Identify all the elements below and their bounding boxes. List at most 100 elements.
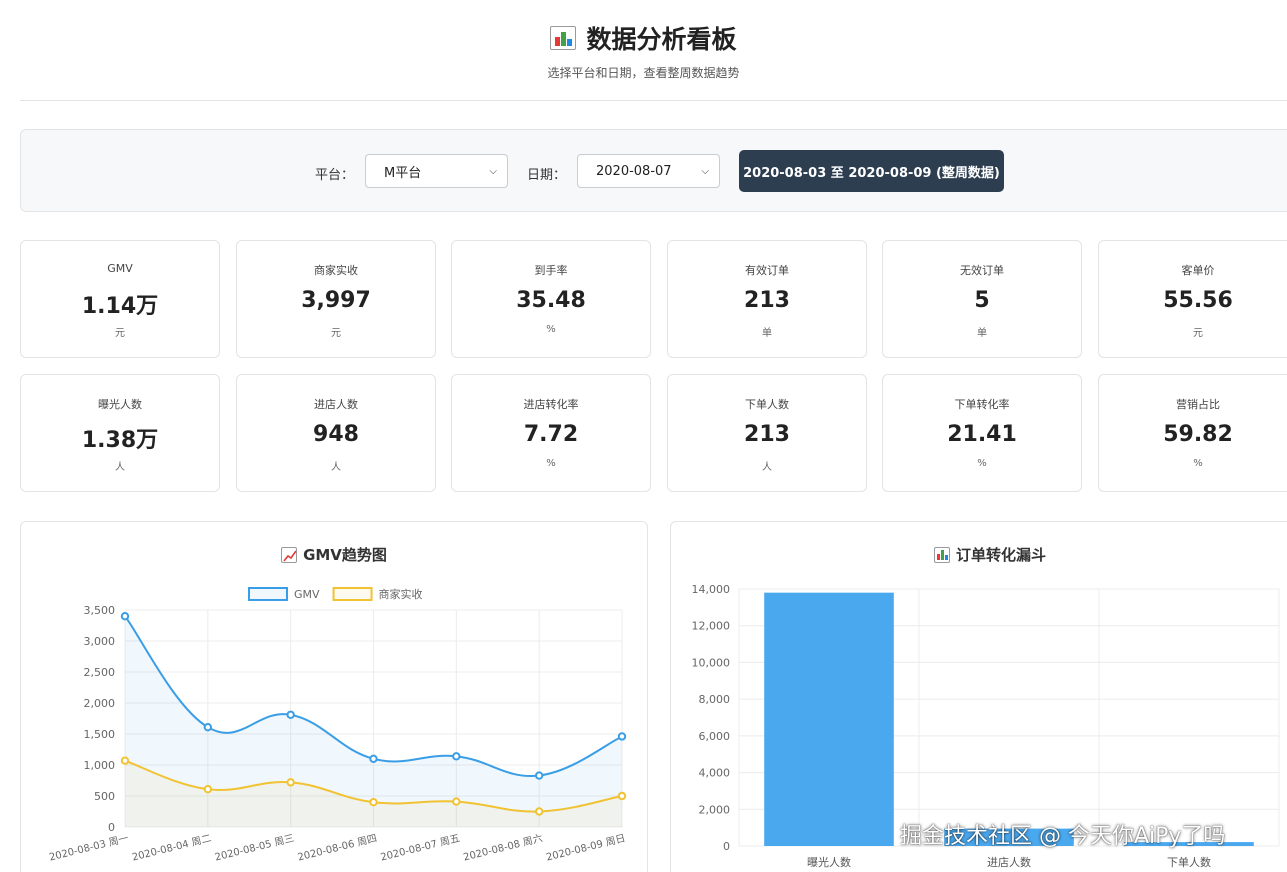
data-point — [203, 784, 213, 794]
metric-value: 21.41 — [947, 422, 1017, 447]
x-tick-label: 2020-08-04 周二 — [131, 832, 213, 863]
x-tick-label: 2020-08-03 周一 — [48, 832, 130, 863]
metric-value: 213 — [744, 422, 790, 447]
metric-unit: 人 — [331, 462, 341, 473]
y-tick-label: 6,000 — [699, 730, 731, 743]
x-tick-label: 2020-08-07 周五 — [379, 832, 461, 863]
y-tick-label: 2,500 — [84, 666, 116, 679]
metric-value: 948 — [313, 422, 359, 447]
data-point — [203, 722, 213, 732]
metric-value: 213 — [744, 288, 790, 313]
date-select[interactable]: 2020-08-07 ⌵ — [577, 154, 720, 188]
data-point — [452, 797, 461, 806]
x-tick-label: 2020-08-08 周六 — [462, 832, 544, 863]
bar-chart-icon — [550, 26, 577, 50]
platform-select-value: M平台 — [384, 165, 422, 181]
data-point — [617, 791, 627, 801]
metric-value: 35.48 — [516, 288, 586, 313]
watermark-text: 掘金技术社区 @ 今天你AiPy了吗 — [900, 824, 1226, 849]
metric-unit: % — [546, 458, 556, 469]
page-title-row: 数据分析看板 — [0, 20, 1287, 56]
metric-card-avg-order-value: 客单价 55.56 元 — [1098, 240, 1287, 358]
data-point — [120, 612, 130, 621]
data-point — [120, 756, 130, 765]
metric-label: 商家实收 — [314, 264, 358, 277]
week-range-button[interactable]: 2020-08-03 至 2020-08-09 (整周数据) — [739, 150, 1004, 192]
metric-unit: % — [977, 458, 987, 469]
metric-unit: 单 — [977, 328, 987, 339]
metric-label: 下单人数 — [745, 398, 789, 411]
y-tick-label: 0 — [108, 821, 115, 834]
metric-label: 进店人数 — [314, 398, 358, 411]
data-point — [452, 752, 461, 761]
metric-value: 1.14万 — [81, 294, 159, 319]
metric-label: 到手率 — [534, 264, 568, 277]
y-tick-label: 0 — [723, 840, 730, 853]
x-tick-label: 2020-08-05 周三 — [214, 832, 296, 863]
gmv-line-chart: 0 500 1,000 1,500 2,000 2,500 3,000 3,500 2020-0… — [48, 587, 627, 864]
metric-card-buyers: 下单人数 213 人 — [667, 374, 867, 492]
metric-unit: 单 — [762, 328, 772, 339]
y-tick-label: 2,000 — [84, 697, 116, 710]
metric-card-order-conversion: 下单转化率 21.41 % — [882, 374, 1082, 492]
metric-unit: % — [1193, 458, 1203, 469]
legend-label: GMV — [294, 588, 320, 601]
legend-swatch — [248, 587, 288, 601]
data-point — [534, 807, 544, 816]
data-point — [369, 754, 378, 764]
y-tick-label: 10,000 — [692, 656, 731, 669]
bar — [764, 592, 894, 846]
metric-value: 1.38万 — [81, 428, 159, 453]
metric-unit: 人 — [115, 462, 125, 473]
data-point — [534, 771, 544, 780]
metric-value: 3,997 — [301, 288, 371, 313]
data-point — [286, 710, 295, 719]
metric-label: 客单价 — [1181, 264, 1215, 277]
metric-value: 5 — [974, 288, 990, 313]
y-tick-label: 14,000 — [692, 583, 731, 596]
date-label: 日期： — [527, 168, 567, 183]
metric-card-gmv: GMV 1.14万 元 — [20, 240, 220, 358]
metric-value: 59.82 — [1163, 422, 1233, 447]
date-select-value: 2020-08-07 — [596, 163, 672, 179]
filter-bar: 平台： M平台 ⌵ 日期： 2020-08-07 ⌵ 2020-08-03 至 … — [20, 129, 1287, 212]
y-tick-label: 2,000 — [699, 803, 731, 816]
y-tick-label: 12,000 — [692, 620, 731, 633]
metric-card-store-visitors: 进店人数 948 人 — [236, 374, 436, 492]
x-tick-label: 曝光人数 — [807, 855, 851, 869]
metric-unit: % — [546, 324, 556, 335]
y-tick-label: 500 — [94, 790, 115, 803]
metric-value: 7.72 — [523, 422, 579, 447]
y-tick-label: 3,500 — [84, 604, 116, 617]
platform-label: 平台： — [315, 168, 355, 183]
data-point — [369, 798, 378, 807]
y-tick-label: 1,500 — [84, 728, 116, 741]
chevron-down-icon: ⌵ — [701, 165, 709, 177]
y-tick-label: 1,000 — [84, 759, 116, 772]
metric-label: GMV — [107, 262, 133, 275]
metric-card-invalid-orders: 无效订单 5 单 — [882, 240, 1082, 358]
metric-unit: 元 — [331, 328, 341, 339]
metric-unit: 元 — [1193, 328, 1203, 339]
x-tick-label: 2020-08-09 周日 — [545, 832, 627, 863]
metric-card-exposure: 曝光人数 1.38万 人 — [20, 374, 220, 492]
platform-select[interactable]: M平台 ⌵ — [365, 154, 508, 188]
data-point — [286, 778, 295, 787]
metric-unit: 人 — [762, 462, 772, 473]
x-tick-label: 2020-08-06 周四 — [296, 832, 378, 863]
metric-label: 营销占比 — [1176, 398, 1220, 411]
metric-value: 55.56 — [1163, 288, 1233, 313]
chevron-down-icon: ⌵ — [489, 165, 497, 177]
y-tick-label: 8,000 — [699, 693, 731, 706]
metric-label: 下单转化率 — [954, 398, 1010, 411]
metric-label: 进店转化率 — [523, 398, 579, 411]
metric-label: 无效订单 — [960, 264, 1004, 277]
x-tick-label: 下单人数 — [1167, 856, 1211, 869]
metric-label: 有效订单 — [745, 264, 789, 277]
x-tick-label: 进店人数 — [987, 855, 1031, 869]
metric-card-merchant-income: 商家实收 3,997 元 — [236, 240, 436, 358]
legend-label: 商家实收 — [379, 587, 423, 601]
metric-label: 曝光人数 — [98, 398, 142, 411]
page-title: 数据分析看板 — [586, 25, 737, 54]
metric-card-receive-rate: 到手率 35.48 % — [451, 240, 651, 358]
